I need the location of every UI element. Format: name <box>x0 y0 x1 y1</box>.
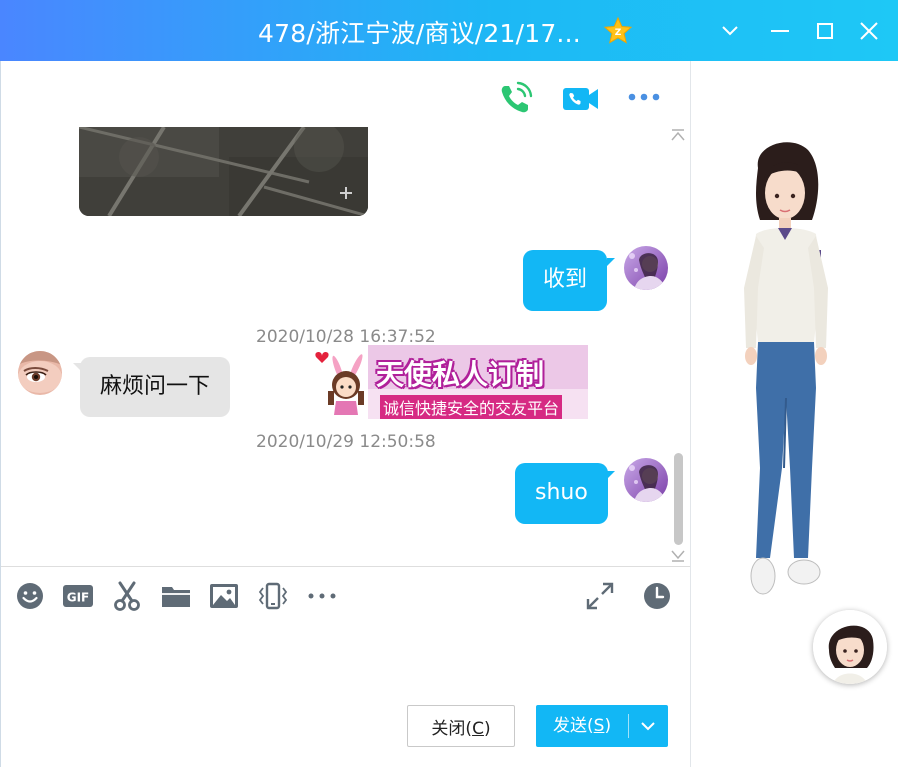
scroll-down-icon[interactable] <box>670 548 686 562</box>
close-button[interactable]: 关闭(C) <box>407 705 515 747</box>
sticker-message[interactable]: 天使私人订制 诚信快捷安全的交友平台 <box>308 345 588 419</box>
scroll-up-icon[interactable] <box>670 127 686 141</box>
more-icon[interactable] <box>625 78 663 116</box>
my-avatar[interactable] <box>624 246 668 290</box>
svg-text:Z: Z <box>615 28 622 38</box>
more-icon[interactable] <box>306 580 338 612</box>
bubble-tail <box>607 258 615 266</box>
message-timestamp: 2020/10/29 12:50:58 <box>256 432 436 452</box>
history-clock-icon[interactable] <box>641 580 673 612</box>
sticker-title: 天使私人订制 <box>376 358 545 391</box>
message-input[interactable] <box>10 622 680 692</box>
send-button-separator <box>628 714 629 738</box>
image-icon[interactable] <box>208 580 240 612</box>
send-button-shortcut: S <box>593 716 605 736</box>
yellow-star-vip-icon[interactable]: Z <box>603 16 633 46</box>
folder-icon[interactable] <box>160 580 192 612</box>
window-title: 478/浙江宁波/商议/21/17... <box>258 19 581 48</box>
gif-icon[interactable]: GIF <box>62 580 94 612</box>
bubble-tail <box>607 471 615 479</box>
maximize-icon[interactable] <box>808 14 842 48</box>
close-button-label: 关闭( <box>431 718 473 739</box>
input-divider <box>1 566 690 567</box>
send-button-label-end: ) <box>604 716 612 736</box>
contact-avatar-figure[interactable] <box>730 138 840 608</box>
video-call-icon[interactable] <box>561 80 599 118</box>
contact-avatar[interactable] <box>18 351 62 395</box>
message-bubble-outgoing[interactable]: shuo <box>515 463 608 524</box>
chevron-down-icon[interactable] <box>636 714 660 738</box>
title-bar[interactable]: 478/浙江宁波/商议/21/17... Z <box>0 0 898 61</box>
expand-icon[interactable] <box>584 580 616 612</box>
phone-call-icon[interactable] <box>496 80 534 118</box>
send-button-label: 发送( <box>553 716 594 736</box>
message-bubble-incoming[interactable]: 麻烦问一下 <box>80 357 231 417</box>
message-timestamp: 2020/10/28 16:37:52 <box>256 327 436 347</box>
contact-mini-avatar[interactable] <box>813 610 887 684</box>
send-button-label-wrap: 发送(S) <box>553 705 611 747</box>
minimize-icon[interactable] <box>763 14 797 48</box>
shake-icon[interactable] <box>257 580 289 612</box>
sticker-subtitle: 诚信快捷安全的交友平台 <box>380 395 563 419</box>
my-avatar[interactable] <box>624 458 668 502</box>
send-button[interactable]: 发送(S) <box>536 705 668 747</box>
message-bubble-outgoing[interactable]: 收到 <box>523 250 608 311</box>
close-button-label-end: ) <box>483 718 491 739</box>
emoji-icon[interactable] <box>14 580 46 612</box>
scissors-icon[interactable] <box>111 580 143 612</box>
close-button-shortcut: C <box>472 718 484 739</box>
gif-label: GIF <box>67 591 90 605</box>
chevron-down-icon[interactable] <box>713 14 747 48</box>
close-icon[interactable] <box>852 14 886 48</box>
image-message[interactable] <box>79 127 368 216</box>
scrollbar-thumb[interactable] <box>674 453 683 545</box>
